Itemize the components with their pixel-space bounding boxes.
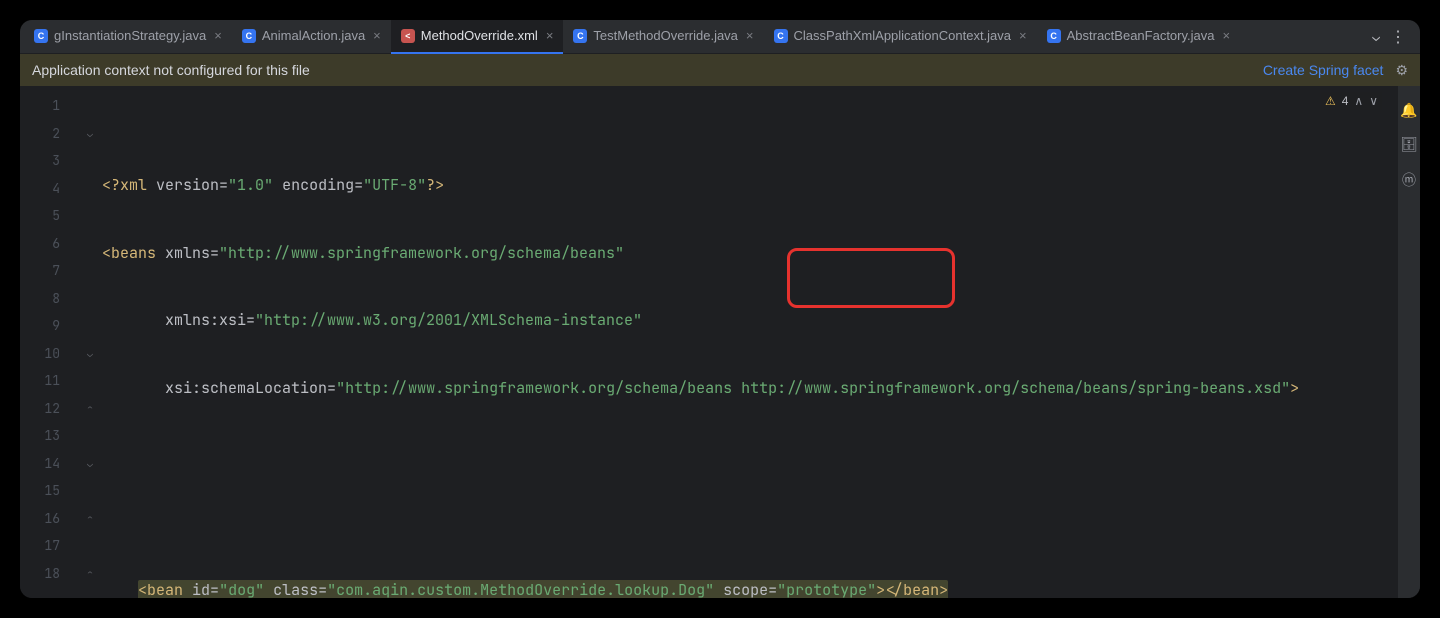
tab-animal-action[interactable]: C AnimalAction.java × <box>232 20 391 54</box>
tab-label: ClassPathXmlApplicationContext.java <box>794 28 1012 43</box>
line-number: 6 <box>20 230 78 258</box>
java-file-icon: C <box>34 29 48 43</box>
prev-highlight-button[interactable]: ∧ <box>1354 94 1363 108</box>
editor-area[interactable]: 1 2 3 4 5 6 7 8 9 10 11 12 13 14 15 16 1… <box>20 86 1420 598</box>
tab-classpath-xml-appcontext[interactable]: C ClassPathXmlApplicationContext.java × <box>764 20 1037 54</box>
fold-toggle[interactable]: ⌃ <box>78 395 102 423</box>
warning-icon: ⚠ <box>1325 94 1336 108</box>
code-line[interactable]: <beans xmlns="http://www.springframework… <box>102 240 1406 268</box>
line-number: 10 <box>20 340 78 368</box>
close-icon[interactable]: × <box>373 28 381 43</box>
line-number: 18 <box>20 560 78 588</box>
tab-instantiation-strategy[interactable]: C gInstantiationStrategy.java × <box>24 20 232 54</box>
code-line[interactable] <box>102 442 1406 470</box>
java-file-icon: C <box>774 29 788 43</box>
line-number: 13 <box>20 422 78 450</box>
code-line[interactable]: xmlns:xsi="http://www.w3.org/2001/XMLSch… <box>102 307 1406 335</box>
tab-method-override-xml[interactable]: < MethodOverride.xml × <box>391 20 564 54</box>
next-highlight-button[interactable]: ∨ <box>1369 94 1378 108</box>
tab-abstract-bean-factory[interactable]: C AbstractBeanFactory.java × <box>1037 20 1240 54</box>
java-file-icon: C <box>1047 29 1061 43</box>
tab-label: MethodOverride.xml <box>421 28 538 43</box>
gear-icon[interactable]: ⚙ <box>1395 62 1408 79</box>
fold-toggle[interactable]: ⌃ <box>78 560 102 588</box>
code-line[interactable] <box>102 510 1406 538</box>
fold-toggle[interactable]: ⌃ <box>78 505 102 533</box>
line-number: 1 <box>20 92 78 120</box>
ide-window: C gInstantiationStrategy.java × C Animal… <box>20 20 1420 598</box>
banner-text: Application context not configured for t… <box>32 62 310 78</box>
maven-tool-icon[interactable]: ⓜ <box>1402 170 1416 190</box>
warning-count: 4 <box>1342 94 1349 108</box>
fold-toggle[interactable]: ⌄ <box>78 120 102 148</box>
line-number: 11 <box>20 367 78 395</box>
create-spring-facet-link[interactable]: Create Spring facet <box>1263 62 1384 78</box>
line-number: 3 <box>20 147 78 175</box>
tab-test-method-override[interactable]: C TestMethodOverride.java × <box>563 20 763 54</box>
xml-file-icon: < <box>401 29 415 43</box>
line-number: 2 <box>20 120 78 148</box>
editor-tabbar: C gInstantiationStrategy.java × C Animal… <box>20 20 1420 54</box>
line-gutter: 1 2 3 4 5 6 7 8 9 10 11 12 13 14 15 16 1… <box>20 86 78 598</box>
code-line[interactable]: xsi:schemaLocation="http://www.springfra… <box>102 375 1406 403</box>
code-line[interactable]: <?xml version="1.0" encoding="UTF-8"?> <box>102 172 1406 200</box>
database-tool-icon[interactable]: 🗄 <box>1400 136 1418 154</box>
fold-toggle[interactable]: ⌄ <box>78 450 102 478</box>
right-toolbar: 🔔 🗄 ⓜ <box>1398 86 1420 598</box>
close-icon[interactable]: × <box>1019 28 1027 43</box>
line-number: 8 <box>20 285 78 313</box>
inspection-widget[interactable]: ⚠ 4 ∧ ∨ <box>1321 92 1382 110</box>
java-file-icon: C <box>573 29 587 43</box>
close-icon[interactable]: × <box>1223 28 1231 43</box>
tab-label: TestMethodOverride.java <box>593 28 738 43</box>
line-number: 15 <box>20 477 78 505</box>
spring-facet-banner: Application context not configured for t… <box>20 54 1420 86</box>
code-line[interactable]: <bean id="dog" class="com.aqin.custom.Me… <box>102 577 1406 598</box>
code-content[interactable]: ⚠ 4 ∧ ∨ <?xml version="1.0" encoding="UT… <box>102 86 1406 598</box>
more-tabs-button[interactable]: ⌄ <box>1372 28 1380 45</box>
line-number: 9 <box>20 312 78 340</box>
tab-label: gInstantiationStrategy.java <box>54 28 206 43</box>
line-number: 14 <box>20 450 78 478</box>
tab-label: AbstractBeanFactory.java <box>1067 28 1215 43</box>
line-number: 4 <box>20 175 78 203</box>
fold-column: ⌄ ⌄ ⌃ ⌄ ⌃ ⌃ <box>78 86 102 598</box>
close-icon[interactable]: × <box>546 28 554 43</box>
line-number: 7 <box>20 257 78 285</box>
fold-toggle[interactable]: ⌄ <box>78 340 102 368</box>
java-file-icon: C <box>242 29 256 43</box>
line-number: 12 <box>20 395 78 423</box>
line-number: 17 <box>20 532 78 560</box>
line-number: 5 <box>20 202 78 230</box>
notifications-tool-icon[interactable]: 🔔 <box>1400 102 1417 120</box>
line-number: 16 <box>20 505 78 533</box>
close-icon[interactable]: × <box>214 28 222 43</box>
tabbar-right: ⌄ ⋮ <box>1362 28 1416 45</box>
close-icon[interactable]: × <box>746 28 754 43</box>
tab-label: AnimalAction.java <box>262 28 365 43</box>
